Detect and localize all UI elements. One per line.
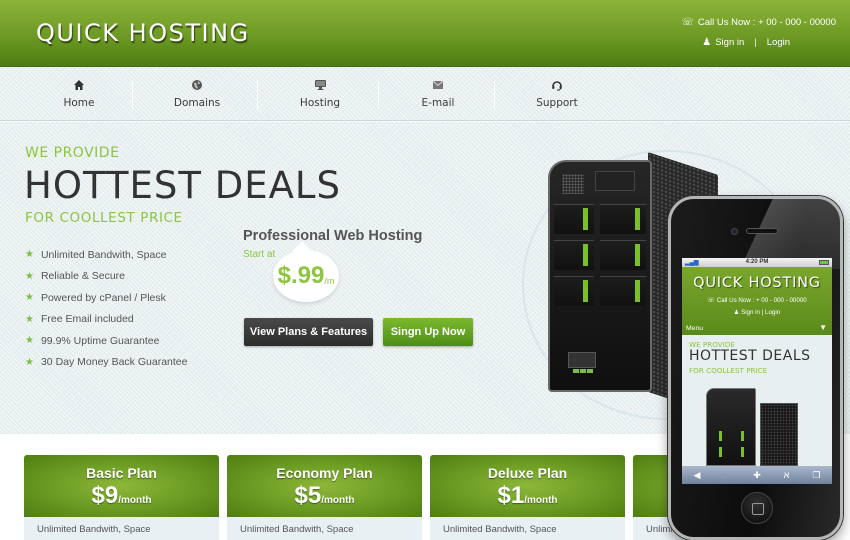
tabs-icon[interactable]: ❐ <box>812 470 820 481</box>
mobile-header: QUICK HOSTING ☏ Call Us Now : + 00 - 000… <box>682 267 832 335</box>
plan-name: Economy Plan <box>276 465 373 481</box>
link-separator: | <box>754 37 757 48</box>
sign-in-link[interactable]: Sign in <box>715 36 744 50</box>
nav-divider <box>257 81 258 109</box>
star-icon: ★ <box>25 313 34 325</box>
mobile-call-text: ☏ Call Us Now : + 00 - 000 - 00000 <box>707 297 807 304</box>
plan-card-basic[interactable]: Basic Plan $9/month Unlimited Bandwith, … <box>24 455 219 540</box>
hero-headline: HOTTEST DEALS <box>24 164 342 207</box>
server-front-panel <box>548 160 652 392</box>
site-logo[interactable]: QUICK HOSTING <box>36 19 250 47</box>
start-at-label: Start at <box>243 249 276 260</box>
signup-button[interactable]: Singn Up Now <box>383 318 473 346</box>
server-led <box>719 447 722 457</box>
globe-icon <box>157 79 237 93</box>
call-us-text: Call Us Now : + 00 - 000 - 00000 <box>697 17 836 28</box>
phone-home-button <box>741 492 773 524</box>
mobile-headline: HOTTEST DEALS <box>689 348 811 364</box>
server-bay <box>600 204 646 234</box>
feature-list: ★ Unlimited Bandwith, Space ★ Reliable & S… <box>25 244 187 373</box>
plan-name: Deluxe Plan <box>487 465 568 481</box>
plan-feature: Unlimited Bandwith, Space <box>227 517 422 540</box>
server-led-panel <box>568 352 596 373</box>
star-icon: ★ <box>25 249 34 261</box>
mobile-subline: FOR COOLLEST PRICE <box>689 366 768 375</box>
mobile-sign-links: ♟ Sign in | Login <box>733 309 781 316</box>
site-header: QUICK HOSTING ☏ Call Us Now : + 00 - 000… <box>0 0 850 67</box>
server-bay <box>554 204 594 234</box>
back-icon[interactable]: ◀ <box>693 470 700 481</box>
server-led <box>741 431 744 441</box>
server-bay <box>600 276 646 306</box>
feature-item: ★ Free Email included <box>25 313 134 326</box>
plan-feature: Unlimited Bandwith, Space <box>24 517 219 540</box>
server-drive <box>595 171 635 191</box>
phone-screen: ▂▄▆ 4:20 PM QUICK HOSTING ☏ Call Us Now … <box>682 258 832 484</box>
header-contact: ☏ Call Us Now : + 00 - 000 - 00000 ♟ Sig… <box>681 14 836 52</box>
mobile-server-image <box>706 388 756 466</box>
plan-price: $5/month <box>294 482 355 509</box>
promo-title: Professional Web Hosting <box>243 228 423 244</box>
monitor-icon <box>280 79 360 93</box>
plan-card-deluxe[interactable]: Deluxe Plan $1/month Unlimited Bandwith,… <box>430 455 625 540</box>
server-led <box>719 431 722 441</box>
plan-card-economy[interactable]: Economy Plan $5/month Unlimited Bandwith… <box>227 455 422 540</box>
envelope-icon <box>398 79 478 93</box>
phone-time: 4:20 PM <box>745 259 769 265</box>
headset-icon <box>517 79 597 93</box>
nav-item-email[interactable]: E-mail <box>398 67 478 121</box>
feature-item: ★ Unlimited Bandwith, Space <box>25 248 167 261</box>
plan-name: Basic Plan <box>86 465 157 481</box>
phone-mockup: ▂▄▆ 4:20 PM QUICK HOSTING ☏ Call Us Now … <box>668 196 843 540</box>
server-bay <box>600 240 646 270</box>
phone-speaker <box>746 228 778 234</box>
server-led <box>741 447 744 457</box>
mobile-browser-toolbar: ◀ ▶ ✚ א ❐ <box>682 466 832 484</box>
hero-subline: FOR COOLLEST PRICE <box>25 210 183 226</box>
promo-price: $.99 <box>277 262 325 289</box>
nav-item-home[interactable]: Home <box>40 67 118 121</box>
nav-divider <box>132 81 133 109</box>
feature-item: ★ 30 Day Money Back Guarantee <box>25 356 188 369</box>
plan-feature: Unlimited Bandwith, Space <box>430 517 625 540</box>
feature-item: ★ Powered by cPanel / Plesk <box>25 291 166 304</box>
main-nav: Home Domains Hosting E-mail Support <box>0 67 850 121</box>
feature-item: ★ Reliable & Secure <box>25 270 126 283</box>
star-icon: ★ <box>25 356 34 368</box>
nav-divider <box>494 81 495 109</box>
nav-item-hosting[interactable]: Hosting <box>280 67 360 121</box>
server-fan <box>562 174 584 194</box>
plan-price: $1/month <box>497 482 558 509</box>
server-bay <box>554 240 594 270</box>
forward-icon[interactable]: ▶ <box>723 470 730 481</box>
home-icon <box>40 79 118 93</box>
user-icon: ♟ <box>702 37 712 48</box>
telephone-icon: ☏ <box>681 17 694 28</box>
plan-price: $9/month <box>91 482 152 509</box>
star-icon: ★ <box>25 335 34 347</box>
mobile-logo: QUICK HOSTING <box>693 275 821 291</box>
battery-icon <box>819 260 829 265</box>
login-link[interactable]: Login <box>767 36 790 50</box>
mobile-server-secondary <box>760 403 798 466</box>
phone-camera <box>731 228 738 235</box>
menu-dropdown-icon: ▼ <box>819 323 827 332</box>
nav-divider <box>378 81 379 109</box>
add-icon[interactable]: ✚ <box>753 470 761 481</box>
star-icon: ★ <box>25 270 34 282</box>
nav-item-support[interactable]: Support <box>517 67 597 121</box>
view-plans-button[interactable]: View Plans & Features <box>244 318 373 346</box>
nav-item-domains[interactable]: Domains <box>157 67 237 121</box>
server-bay <box>554 276 594 306</box>
price-bubble: $.99 /m <box>273 250 339 302</box>
promo-price-unit: /m <box>324 276 335 286</box>
feature-item: ★ 99.9% Uptime Guarantee <box>25 334 160 347</box>
mobile-menu-label: Menu <box>686 325 704 332</box>
star-icon: ★ <box>25 292 34 304</box>
bookmarks-icon[interactable]: א <box>784 470 790 480</box>
hero-kicker: WE PROVIDE <box>25 145 120 161</box>
phone-status-bar: ▂▄▆ 4:20 PM <box>682 258 832 267</box>
